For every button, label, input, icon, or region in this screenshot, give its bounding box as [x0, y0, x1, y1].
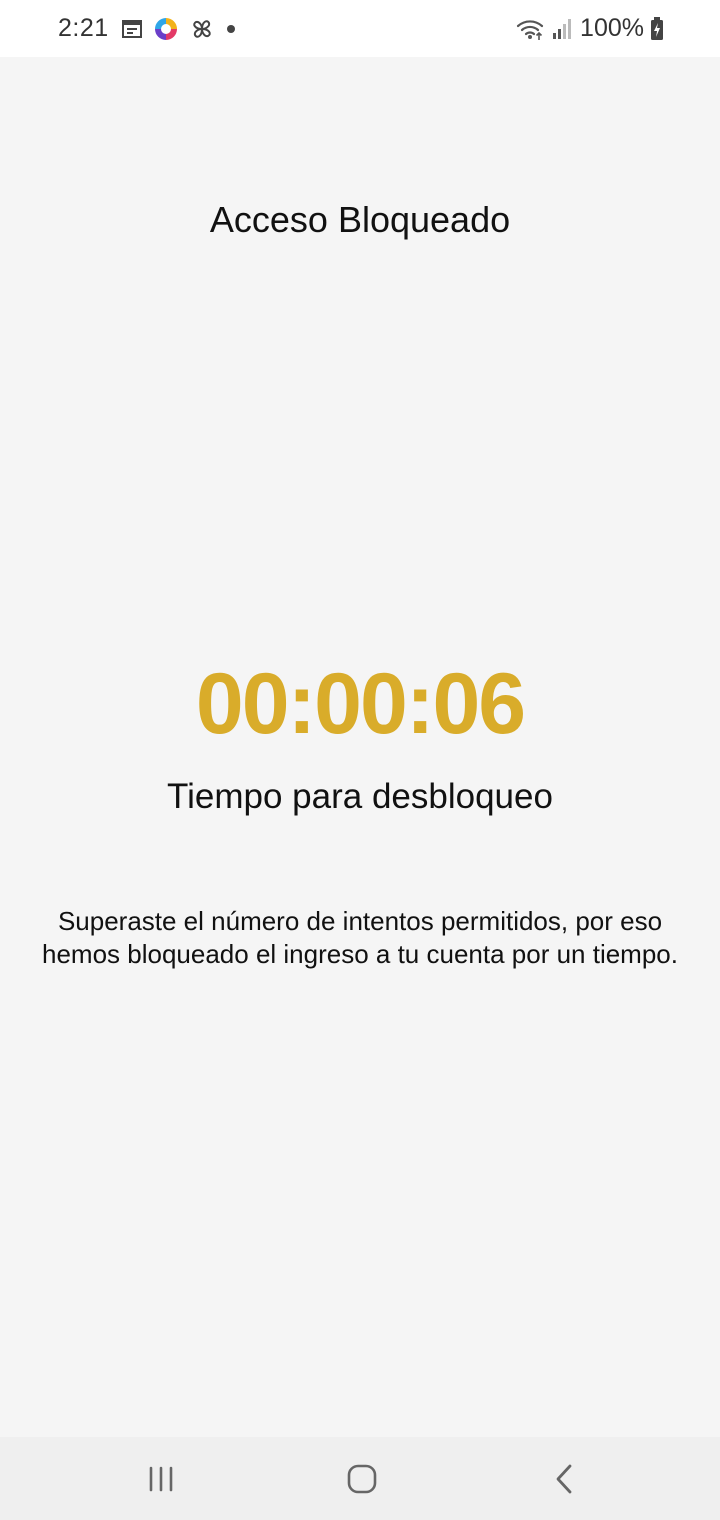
- navigation-bar: [0, 1437, 720, 1520]
- status-bar: 2:21 100%: [0, 0, 720, 57]
- status-left: 2:21: [58, 0, 237, 57]
- signal-icon: [552, 18, 574, 40]
- countdown-label: Tiempo para desbloqueo: [167, 777, 553, 816]
- recent-apps-icon: [146, 1465, 176, 1493]
- back-icon: [552, 1463, 576, 1495]
- app-icon: [153, 16, 179, 42]
- page-title: Acceso Bloqueado: [209, 199, 511, 240]
- calendar-icon: [121, 18, 143, 40]
- status-right: 100%: [516, 0, 664, 57]
- battery-charging-icon: [650, 16, 664, 41]
- dot-icon: [225, 23, 237, 35]
- recent-apps-button[interactable]: [101, 1437, 221, 1520]
- battery-percentage: 100%: [580, 14, 644, 42]
- pinwheel-icon: [189, 16, 215, 42]
- home-icon: [346, 1463, 378, 1495]
- status-time: 2:21: [58, 14, 109, 42]
- lock-message: Superaste el número de intentos permitid…: [42, 906, 678, 969]
- countdown-timer: 00:00:06: [195, 656, 526, 752]
- back-button[interactable]: [504, 1437, 624, 1520]
- wifi-icon: [516, 17, 546, 41]
- home-button[interactable]: [302, 1437, 422, 1520]
